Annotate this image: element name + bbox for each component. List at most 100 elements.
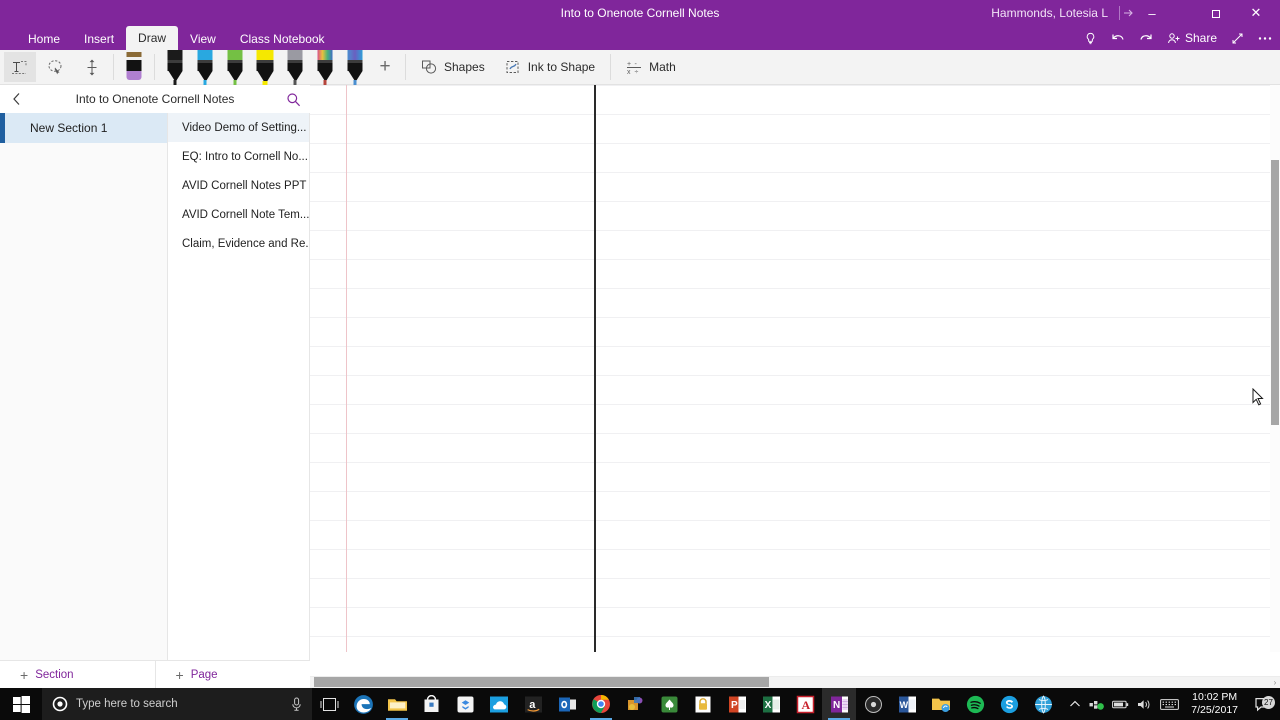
- taskbar-skype[interactable]: [992, 688, 1026, 720]
- pen-green[interactable]: [220, 49, 250, 85]
- vertical-scrollbar-thumb[interactable]: [1271, 160, 1279, 425]
- title-bar: Into to Onenote Cornell Notes Hammonds, …: [0, 0, 1280, 26]
- red-margin-line: [346, 85, 347, 652]
- tab-insert[interactable]: Insert: [72, 28, 126, 50]
- math-label: Math: [649, 60, 676, 74]
- taskbar-onenote[interactable]: N: [822, 688, 856, 720]
- action-center-button[interactable]: 27: [1250, 695, 1276, 712]
- edge-icon: [353, 694, 373, 714]
- chrome-icon: [592, 695, 610, 713]
- microphone-icon: [292, 697, 301, 711]
- page-item-avid-ppt[interactable]: AVID Cornell Notes PPT: [168, 171, 309, 200]
- page-label: EQ: Intro to Cornell No...: [182, 150, 308, 163]
- scroll-right-arrow[interactable]: ›: [1270, 676, 1280, 688]
- page-item-avid-template[interactable]: AVID Cornell Note Tem...: [168, 200, 309, 229]
- tab-class-notebook[interactable]: Class Notebook: [228, 28, 337, 50]
- lasso-select-icon: [48, 59, 62, 74]
- microsoft-store-icon: [424, 694, 438, 712]
- add-page-button[interactable]: + Page: [154, 661, 311, 688]
- taskbar-excel[interactable]: X: [754, 688, 788, 720]
- taskbar-chrome[interactable]: [584, 688, 618, 720]
- share-button[interactable]: Share: [1167, 31, 1217, 45]
- type-select-tool[interactable]: [4, 52, 36, 82]
- taskbar-amazon[interactable]: a: [516, 688, 550, 720]
- system-tray: 10:02 PM 7/25/2017 27: [1069, 688, 1280, 720]
- page-item-video-demo[interactable]: Video Demo of Setting...: [168, 113, 309, 142]
- redo-button[interactable]: [1139, 32, 1153, 45]
- highlighter-yellow[interactable]: [250, 49, 280, 87]
- taskbar-powerpoint[interactable]: P: [720, 688, 754, 720]
- taskbar-edge[interactable]: [346, 688, 380, 720]
- close-button[interactable]: ✕: [1238, 0, 1274, 26]
- taskbar-file-explorer[interactable]: [380, 688, 414, 720]
- pen-blue[interactable]: [190, 49, 220, 85]
- tab-draw[interactable]: Draw: [126, 26, 179, 50]
- page-item-eq-intro[interactable]: EQ: Intro to Cornell No...: [168, 142, 309, 171]
- back-button[interactable]: [0, 85, 34, 113]
- show-hidden-icons-chevron[interactable]: [1069, 699, 1081, 709]
- taskbar-browser[interactable]: [1026, 688, 1060, 720]
- clock-date: 7/25/2017: [1191, 704, 1238, 716]
- taskbar-solitaire[interactable]: [652, 688, 686, 720]
- page-item-claim-evidence[interactable]: Claim, Evidence and Re...: [168, 229, 309, 258]
- section-item-new-section-1[interactable]: New Section 1: [0, 113, 167, 143]
- solitaire-icon: [661, 696, 677, 712]
- svg-text:A: A: [801, 698, 810, 712]
- taskbar-store[interactable]: [414, 688, 448, 720]
- svg-text:X: X: [764, 700, 771, 711]
- pencil-gray[interactable]: [280, 49, 310, 85]
- taskbar-word[interactable]: W: [890, 688, 924, 720]
- page-list: Video Demo of Setting... EQ: Intro to Co…: [168, 113, 310, 660]
- taskbar-dropbox[interactable]: [448, 688, 482, 720]
- search-button[interactable]: [276, 85, 310, 113]
- notebook-title[interactable]: Into to Onenote Cornell Notes: [34, 92, 276, 106]
- cortana-circle-icon: [52, 696, 68, 712]
- eraser-tool[interactable]: [119, 50, 149, 85]
- more-options-button[interactable]: [1258, 36, 1272, 41]
- full-screen-button[interactable]: [1231, 32, 1244, 45]
- taskbar-outlook[interactable]: [550, 688, 584, 720]
- touch-keyboard-icon[interactable]: [1160, 698, 1180, 711]
- minimize-button[interactable]: –: [1134, 0, 1170, 26]
- ink-to-shape-button[interactable]: Ink to Shape: [495, 52, 605, 82]
- share-person-icon: [1168, 32, 1180, 43]
- vertical-scrollbar[interactable]: [1270, 85, 1280, 652]
- taskbar-keeper[interactable]: [686, 688, 720, 720]
- taskbar-onedrive[interactable]: [482, 688, 516, 720]
- undo-button[interactable]: [1111, 32, 1125, 45]
- globe-browser-icon: [1034, 694, 1052, 714]
- outlook-icon: [558, 697, 576, 711]
- shapes-button[interactable]: Shapes: [411, 52, 495, 82]
- onenote-icon: N: [830, 696, 848, 712]
- taskbar-folder-sync[interactable]: [924, 688, 958, 720]
- taskbar-clock[interactable]: 10:02 PM 7/25/2017: [1187, 691, 1242, 717]
- start-button[interactable]: [0, 688, 42, 720]
- maximize-button[interactable]: [1198, 0, 1234, 26]
- add-pen-button[interactable]: +: [370, 52, 400, 82]
- tell-me-button[interactable]: [1084, 32, 1097, 45]
- panning-hand-tool[interactable]: [76, 52, 108, 82]
- tab-home[interactable]: Home: [16, 28, 72, 50]
- taskbar-media[interactable]: [856, 688, 890, 720]
- taskbar-spotify[interactable]: [958, 688, 992, 720]
- network-icon[interactable]: [1089, 698, 1105, 711]
- note-canvas[interactable]: ‹ ›: [310, 85, 1280, 688]
- taskbar-acrobat[interactable]: A: [788, 688, 822, 720]
- battery-icon[interactable]: [1112, 699, 1129, 710]
- task-view-button[interactable]: [312, 688, 346, 720]
- search-placeholder: Type here to search: [76, 698, 178, 710]
- tab-view[interactable]: View: [178, 28, 228, 50]
- math-button[interactable]: + - x ÷ Math: [616, 52, 686, 82]
- pen-black[interactable]: [160, 49, 190, 85]
- lasso-select-tool[interactable]: [40, 52, 72, 82]
- cornell-divider-line: [594, 85, 596, 652]
- pen-galaxy[interactable]: [340, 49, 370, 85]
- add-section-button[interactable]: + Section: [0, 661, 155, 688]
- taskbar-photos[interactable]: [618, 688, 652, 720]
- horizontal-scrollbar-thumb[interactable]: [314, 677, 769, 687]
- volume-icon[interactable]: [1137, 698, 1152, 711]
- horizontal-scrollbar[interactable]: ‹ ›: [310, 676, 1280, 688]
- pen-rainbow[interactable]: [310, 49, 340, 85]
- account-name[interactable]: Hammonds, Lotesia L: [991, 0, 1108, 26]
- search-input[interactable]: Type here to search: [42, 688, 312, 720]
